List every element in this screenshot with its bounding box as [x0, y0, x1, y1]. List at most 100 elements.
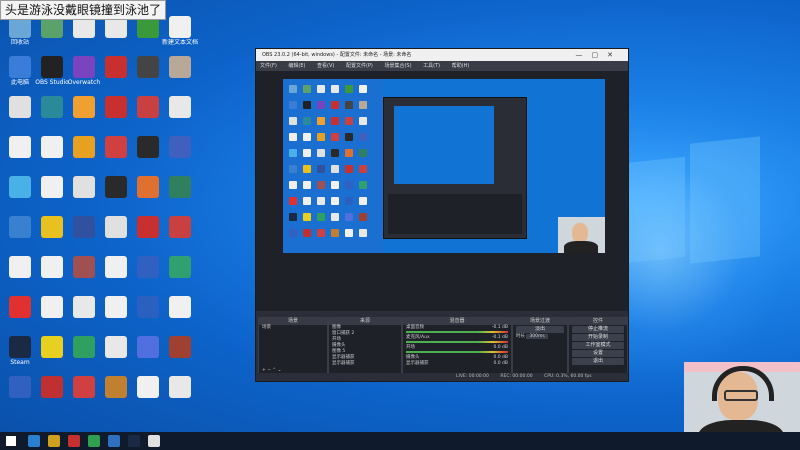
transitions-dock: 场景过渡 淡出 时长 300ms: [512, 317, 568, 375]
app-icon: [169, 136, 191, 158]
obs-preview-canvas: [256, 71, 628, 311]
desktop-icon[interactable]: [160, 176, 200, 199]
taskbar-app-icon[interactable]: [28, 435, 40, 447]
wallpaper-pane: [690, 136, 760, 264]
preview-icon: [345, 213, 353, 221]
duration-label: 时长: [516, 334, 525, 339]
exit-button[interactable]: 退出: [572, 358, 624, 365]
obs-preview[interactable]: [283, 79, 605, 253]
app-icon: [169, 376, 191, 398]
app-icon: [73, 216, 95, 238]
preview-icon: [317, 213, 325, 221]
preview-icon: [345, 229, 353, 237]
app-icon: [41, 216, 63, 238]
cpu-status: CPU: 0.3%, 60.00 fps: [544, 374, 592, 379]
preview-icon: [303, 85, 311, 93]
menu-tools[interactable]: 工具(T): [423, 63, 440, 69]
start-recording-button[interactable]: 开始录制: [572, 334, 624, 341]
taskbar-app-icon[interactable]: [88, 435, 100, 447]
stop-streaming-button[interactable]: 停止推流: [572, 326, 624, 333]
obs-menu-bar: 文件(F) 编辑(E) 查看(V) 配置文件(P) 场景集合(S) 工具(T) …: [256, 61, 628, 71]
app-icon: [105, 216, 127, 238]
window-controls[interactable]: —▢✕: [576, 49, 622, 61]
app-icon: [41, 336, 63, 358]
mixer-channel-db: -0.1 dB: [491, 335, 508, 340]
app-icon: [73, 136, 95, 158]
preview-icon: [317, 117, 325, 125]
desktop-icon[interactable]: [160, 216, 200, 239]
app-icon: [169, 96, 191, 118]
obs-window[interactable]: OBS 23.0.2 (64-bit, windows) - 配置文件: 未命名…: [255, 48, 629, 382]
app-icon: [169, 256, 191, 278]
transitions-dock-title: 场景过渡: [513, 318, 567, 325]
menu-edit[interactable]: 编辑(E): [288, 63, 305, 69]
taskbar-app-icon[interactable]: [128, 435, 140, 447]
taskbar: [0, 432, 800, 450]
taskbar-app-icon[interactable]: [108, 435, 120, 447]
app-icon: [73, 176, 95, 198]
volume-meter: [406, 351, 508, 353]
preview-icon: [331, 149, 339, 157]
app-icon: [169, 56, 191, 78]
taskbar-app-icon[interactable]: [148, 435, 160, 447]
desktop-icon[interactable]: [160, 96, 200, 119]
studio-mode-button[interactable]: 工作室模式: [572, 342, 624, 349]
preview-icon: [289, 197, 297, 205]
settings-button[interactable]: 设置: [572, 350, 624, 357]
mixer-channel-db: -0.1 dB: [491, 325, 508, 330]
preview-icon: [345, 165, 353, 173]
preview-icon: [331, 181, 339, 189]
preview-icon: [345, 197, 353, 205]
menu-help[interactable]: 帮助(H): [452, 63, 470, 69]
start-icon[interactable]: [6, 436, 16, 446]
app-icon: [105, 336, 127, 358]
app-icon: [137, 256, 159, 278]
sources-dock: 来源 图像 窗口捕获 2 开场 摄像头 图像 5 显示器捕获 显示器捕获: [328, 317, 402, 375]
menu-file[interactable]: 文件(F): [260, 63, 277, 69]
menu-scene-collection[interactable]: 场景集合(S): [384, 63, 411, 69]
app-icon: [105, 96, 127, 118]
mixer-channel-db: 0.0 dB: [493, 361, 508, 366]
desktop-icon[interactable]: [160, 336, 200, 359]
scene-item[interactable]: 场景: [259, 325, 327, 331]
menu-view[interactable]: 查看(V): [317, 63, 334, 69]
app-icon: [9, 56, 31, 78]
desktop-icon[interactable]: [160, 256, 200, 279]
app-icon: [41, 96, 63, 118]
desktop-icon[interactable]: [160, 296, 200, 319]
preview-icon: [359, 165, 367, 173]
controls-dock-title: 控件: [569, 318, 627, 325]
desktop-icon[interactable]: 新建文本文档: [160, 16, 200, 46]
desktop-icon[interactable]: [160, 136, 200, 159]
app-icon: [41, 256, 63, 278]
app-icon: [137, 336, 159, 358]
rec-timer: REC: 00:00:00: [500, 374, 533, 379]
menu-profile[interactable]: 配置文件(P): [346, 63, 373, 69]
preview-icon: [303, 117, 311, 125]
preview-icon: [317, 197, 325, 205]
app-icon: [41, 56, 63, 78]
obs-title-bar[interactable]: OBS 23.0.2 (64-bit, windows) - 配置文件: 未命名…: [256, 49, 628, 61]
desktop-icon[interactable]: [160, 376, 200, 399]
preview-nested-docks: [388, 194, 522, 234]
app-icon: [9, 376, 31, 398]
transition-select[interactable]: 淡出: [516, 326, 564, 333]
taskbar-app-icon[interactable]: [48, 435, 60, 447]
app-icon: [169, 16, 191, 38]
preview-icon: [303, 101, 311, 109]
source-item[interactable]: 显示器捕获: [329, 361, 401, 367]
preview-icon: [317, 85, 325, 93]
duration-input[interactable]: 300ms: [526, 334, 548, 339]
app-icon: [41, 136, 63, 158]
app-icon: [137, 296, 159, 318]
app-icon: [105, 376, 127, 398]
preview-icon: [345, 149, 353, 157]
taskbar-app-icon[interactable]: [68, 435, 80, 447]
desktop-icon-label: Overwatch: [67, 79, 101, 86]
preview-icon: [331, 213, 339, 221]
desktop-icon[interactable]: [160, 56, 200, 79]
mixer-channel: 显示器捕获 0.0 dB: [403, 361, 511, 367]
desktop-icon-label: 回收站: [10, 39, 29, 46]
preview-icon: [331, 117, 339, 125]
volume-meter: [406, 341, 508, 343]
